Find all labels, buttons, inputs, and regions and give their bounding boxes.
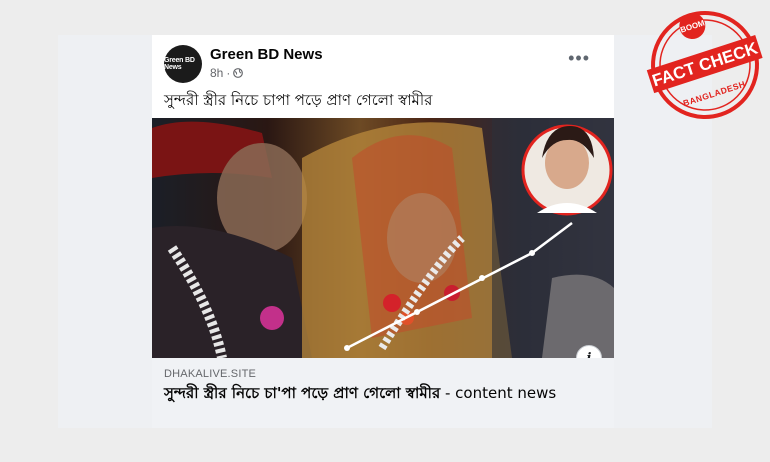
- post-time[interactable]: 8h: [210, 66, 223, 80]
- post-image[interactable]: i: [152, 118, 614, 358]
- link-title-bold: সুন্দরী স্ত্রীর নিচে চা'পা পড়ে প্রাণ গে…: [164, 384, 441, 402]
- globe-icon: [233, 68, 244, 78]
- link-title[interactable]: সুন্দরী স্ত্রীর নিচে চা'পা পড়ে প্রাণ গে…: [164, 383, 604, 403]
- boom-fact-check-stamp: BOOM FACT CHECK BANGLADESH: [646, 11, 763, 119]
- more-options-icon[interactable]: •••: [568, 49, 590, 67]
- post-header: Green BD News Green BD News 8h · •••: [164, 43, 604, 83]
- link-preview[interactable]: DHAKALIVE.SITE সুন্দরী স্ত্রীর নিচে চা'প…: [152, 358, 614, 428]
- link-title-rest: - content news: [440, 384, 557, 402]
- post-caption: সুন্দরী স্ত্রীর নিচে চাপা পড়ে প্রাণ গেল…: [164, 91, 433, 109]
- page-name[interactable]: Green BD News: [210, 46, 323, 63]
- wedding-photo: [152, 118, 614, 358]
- post-meta: 8h ·: [210, 66, 244, 80]
- link-domain: DHAKALIVE.SITE: [164, 368, 257, 380]
- separator-dot: ·: [226, 66, 231, 80]
- page-avatar[interactable]: Green BD News: [164, 45, 202, 83]
- facebook-post: Green BD News Green BD News 8h · ••• সুন…: [152, 35, 614, 428]
